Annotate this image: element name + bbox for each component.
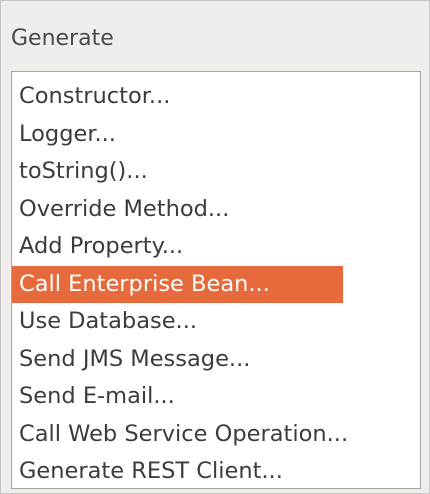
list-item-add-property[interactable]: Add Property... [12,228,420,266]
list-item-use-database[interactable]: Use Database... [12,303,420,341]
list-item-constructor[interactable]: Constructor... [12,78,420,116]
generate-popup: Generate Constructor... Logger... toStri… [0,0,430,494]
list-item-tostring[interactable]: toString()... [12,153,420,191]
list-item-override-method[interactable]: Override Method... [12,191,420,229]
list-item-call-enterprise-bean[interactable]: Call Enterprise Bean... [12,265,343,303]
list-item-send-jms-message[interactable]: Send JMS Message... [12,341,420,379]
list-item-send-email[interactable]: Send E-mail... [12,378,420,416]
list-item-call-web-service-operation[interactable]: Call Web Service Operation... [12,416,420,454]
popup-title: Generate [11,26,114,51]
list-item-logger[interactable]: Logger... [12,116,420,154]
generate-options-list[interactable]: Constructor... Logger... toString()... O… [11,71,421,489]
list-item-generate-rest-client[interactable]: Generate REST Client... [12,453,420,488]
